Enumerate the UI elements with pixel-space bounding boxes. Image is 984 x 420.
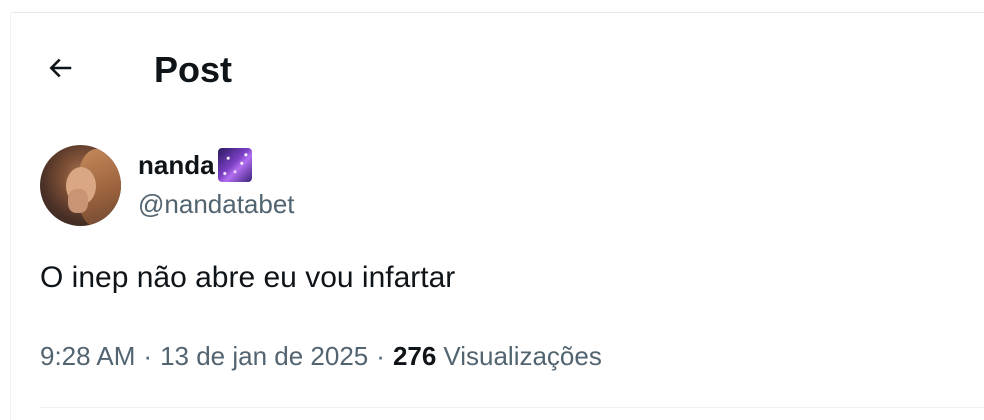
meta-separator: · [143, 341, 153, 371]
meta-separator: · [376, 341, 385, 371]
display-name-row: nanda [138, 147, 252, 183]
post-header: Post [10, 13, 984, 123]
views-count: 276 [392, 341, 437, 371]
back-button[interactable] [38, 48, 82, 92]
display-name[interactable]: nanda [138, 150, 215, 181]
post-text: O inep não abre eu vou infartar [40, 261, 456, 294]
post-meta: 9:28 AM · 13 de jan de 2025 · 276 Visual… [40, 336, 602, 376]
post-page: Post nanda @nandatabet O inep não abre e… [0, 0, 984, 420]
views-label: Visualizações [443, 341, 602, 371]
arrow-left-icon [45, 53, 75, 88]
bottom-divider [40, 407, 984, 408]
post-time[interactable]: 9:28 AM [40, 336, 135, 376]
username[interactable]: @nandatabet [138, 189, 295, 220]
post-date[interactable]: 13 de jan de 2025 [160, 336, 368, 376]
milky-way-emoji-icon [217, 148, 252, 182]
avatar[interactable] [40, 145, 121, 226]
page-title: Post [154, 49, 233, 90]
post-author: nanda @nandatabet [40, 145, 540, 227]
